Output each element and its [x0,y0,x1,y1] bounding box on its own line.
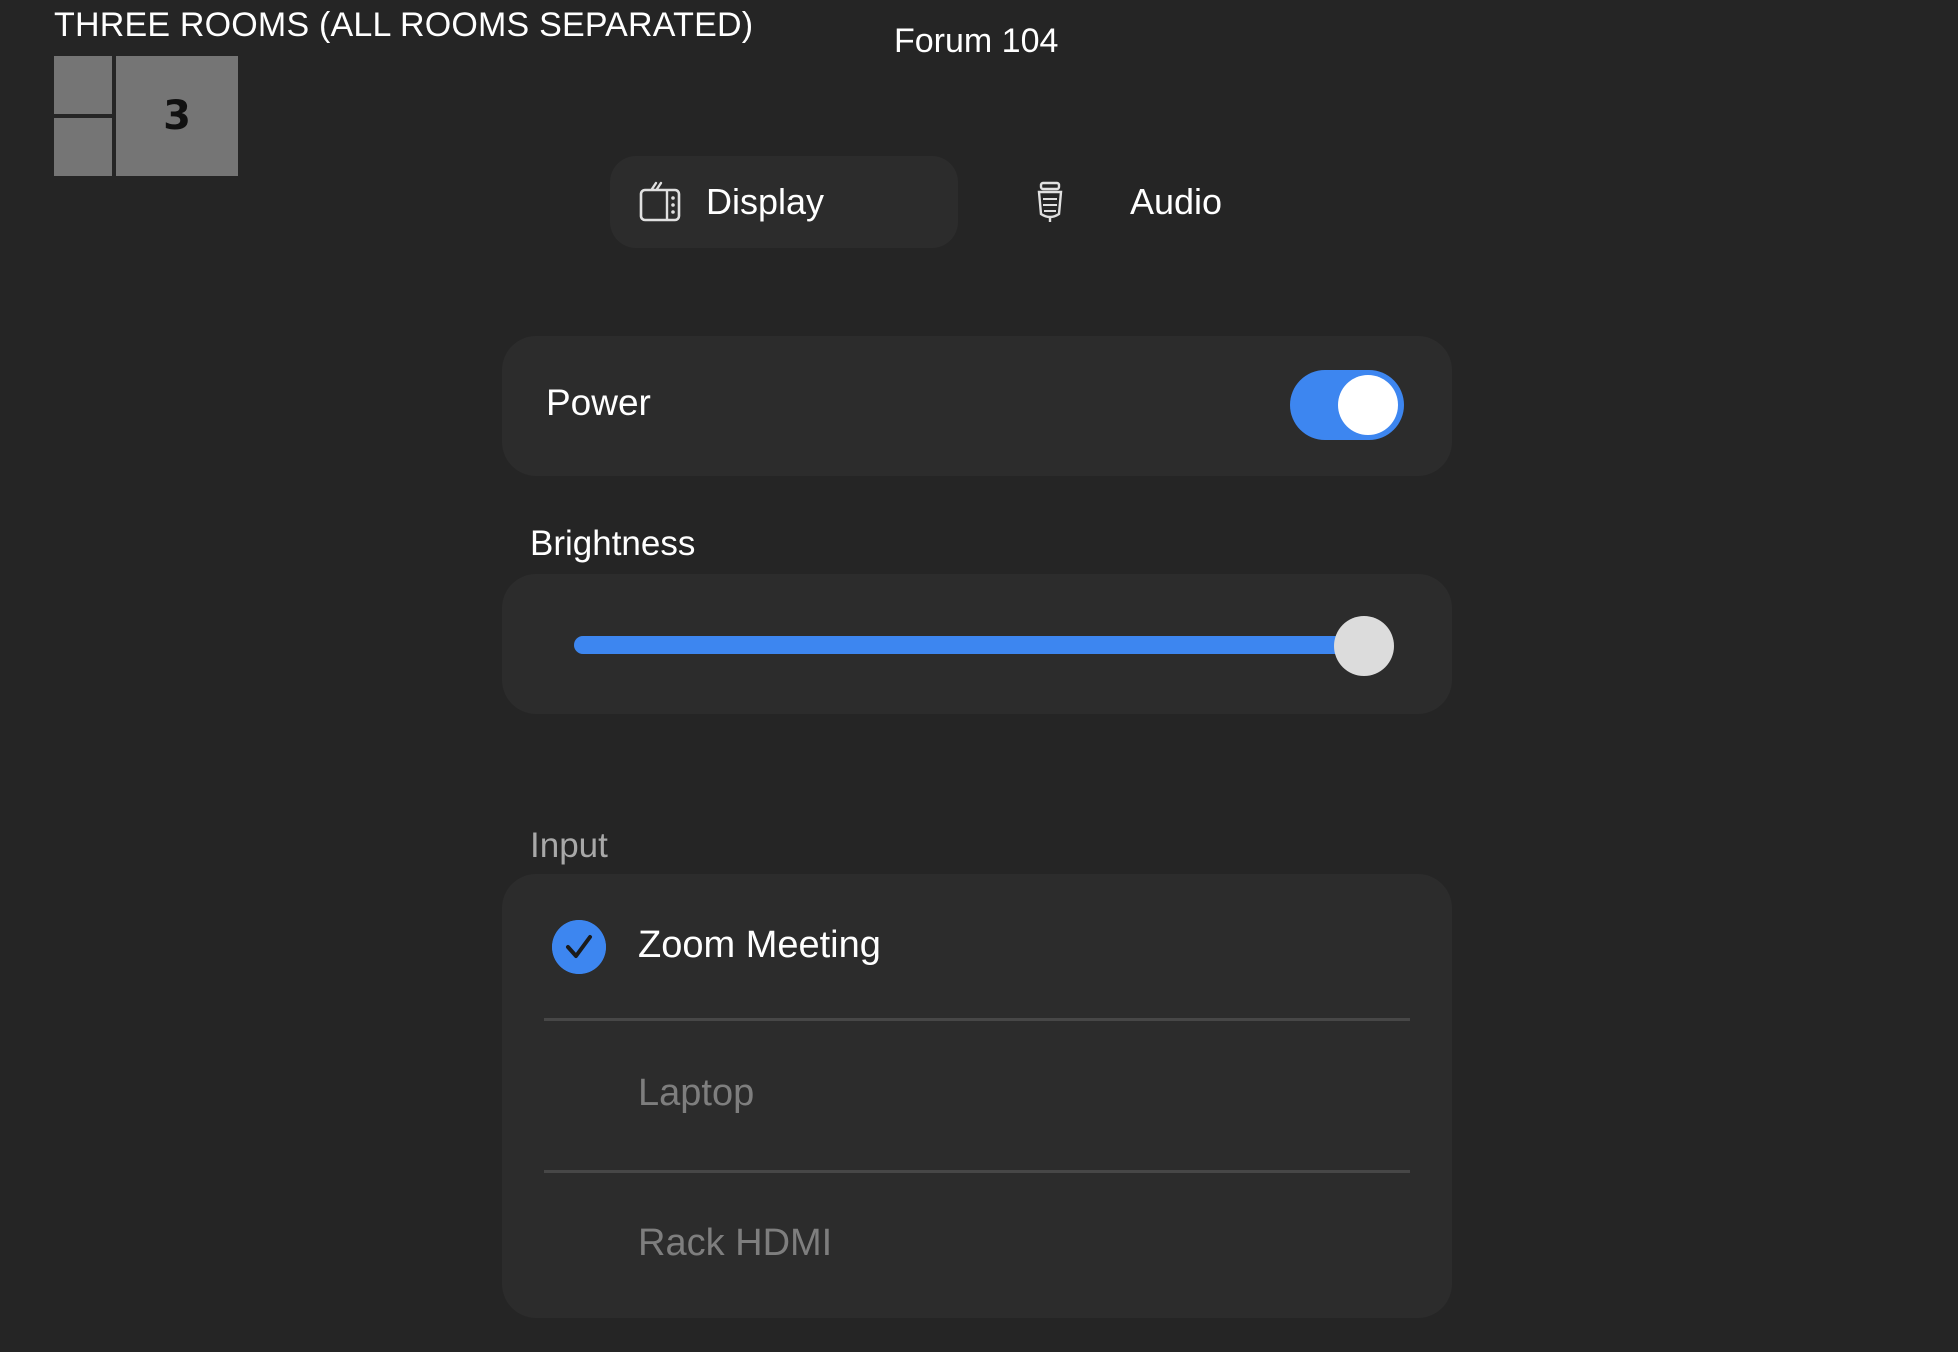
power-label: Power [546,382,651,423]
microphone-icon [1037,181,1063,222]
brightness-card [502,574,1452,714]
input-card: Zoom Meeting Laptop Rack HDMI [502,874,1452,1318]
room-name: Forum 104 [894,22,1059,60]
tab-audio[interactable]: Audio [1010,156,1270,248]
brightness-label: Brightness [530,524,696,563]
power-card: Power [502,336,1452,476]
tv-icon [639,181,681,222]
room-layout-map[interactable]: 3 [54,56,238,176]
input-option-label: Rack HDMI [638,1222,833,1264]
room-mode-title: THREE ROOMS (ALL ROOMS SEPARATED) [54,6,754,44]
room-cell-1 [54,56,112,114]
input-option-rack-hdmi[interactable]: Rack HDMI [544,1172,1410,1322]
brightness-slider-fill [574,636,1374,654]
input-label: Input [530,826,608,865]
input-option-zoom-meeting[interactable]: Zoom Meeting [544,874,1410,1024]
room-cell-2 [54,118,112,176]
power-toggle-knob [1338,375,1398,435]
brightness-slider-track[interactable] [574,636,1374,654]
tab-display-label: Display [706,181,825,222]
divider [544,1018,1410,1021]
input-option-laptop[interactable]: Laptop [544,1022,1410,1172]
brightness-slider-thumb[interactable] [1334,616,1394,676]
tab-display[interactable]: Display [610,156,958,248]
room-cell-current: 3 [116,56,238,176]
input-option-label: Zoom Meeting [638,924,881,966]
power-toggle[interactable] [1290,370,1404,440]
checkmark-icon [552,920,606,974]
input-option-label: Laptop [638,1072,755,1114]
tab-audio-label: Audio [1130,181,1223,222]
